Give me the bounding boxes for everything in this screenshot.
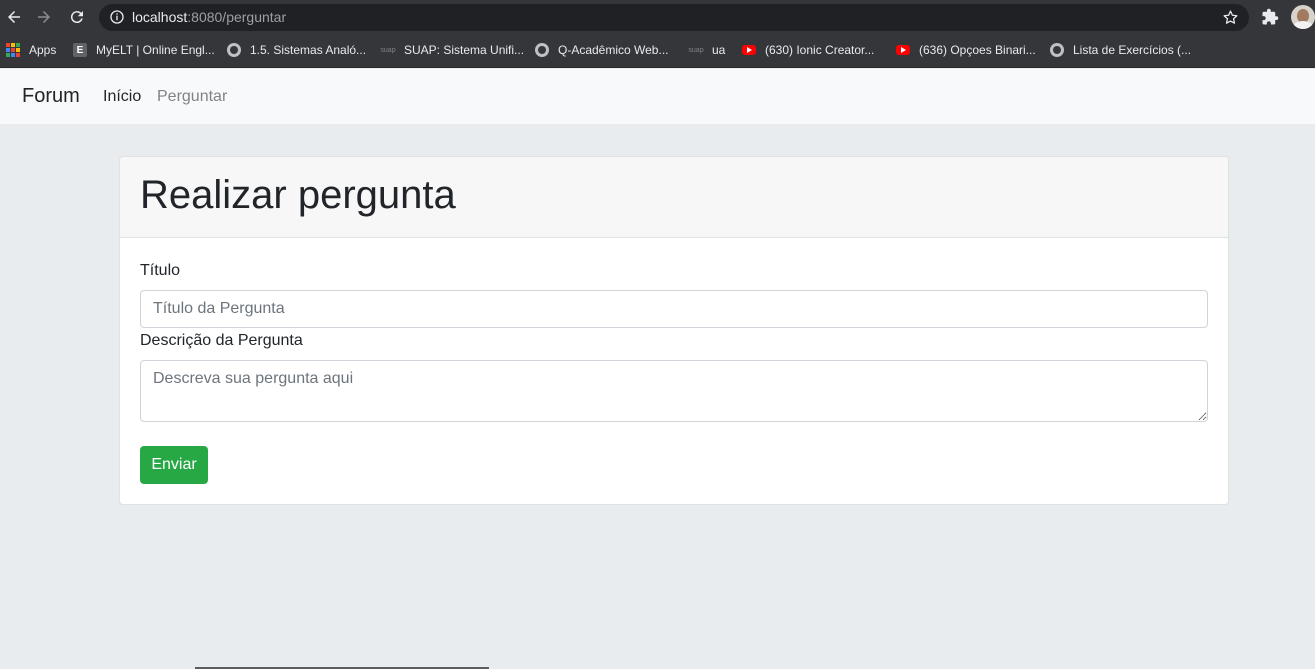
globe-icon bbox=[226, 42, 242, 58]
bookmark-ua[interactable]: suap ua bbox=[688, 41, 725, 59]
reload-button[interactable] bbox=[66, 6, 88, 28]
url-text[interactable]: localhost:8080/perguntar bbox=[132, 9, 286, 25]
bookmark-label: Lista de Exercícios (... bbox=[1073, 43, 1192, 57]
nav-link-inicio[interactable]: Início bbox=[103, 88, 141, 106]
address-bar[interactable]: localhost:8080/perguntar bbox=[99, 4, 1249, 31]
globe-icon bbox=[534, 42, 550, 58]
browser-toolbar: localhost:8080/perguntar bbox=[0, 0, 1315, 34]
extensions-puzzle-icon[interactable] bbox=[1261, 8, 1279, 26]
navbar-brand[interactable]: Forum bbox=[22, 85, 80, 108]
card-header: Realizar pergunta bbox=[120, 157, 1228, 238]
youtube-icon bbox=[895, 42, 911, 58]
submit-button[interactable]: Enviar bbox=[140, 446, 208, 484]
arrow-right-icon bbox=[38, 11, 50, 23]
bookmark-star-icon[interactable] bbox=[1222, 9, 1239, 26]
suap-icon: suap bbox=[688, 46, 704, 54]
bookmark-label: ua bbox=[712, 43, 726, 57]
title-label: Título bbox=[140, 262, 181, 279]
description-label: Descrição da Pergunta bbox=[140, 332, 303, 349]
bookmark-label: Apps bbox=[29, 43, 57, 57]
bookmark-label: 1.5. Sistemas Analó... bbox=[250, 43, 367, 57]
bookmark-label: (636) Opçoes Binari... bbox=[919, 43, 1036, 57]
avatar-shirt bbox=[1293, 21, 1313, 29]
bookmark-myelt[interactable]: E MyELT | Online Engl... bbox=[72, 41, 215, 59]
bookmarks-bar: Apps E MyELT | Online Engl... 1.5. Siste… bbox=[0, 34, 1315, 68]
bookmark-apps[interactable]: Apps bbox=[5, 41, 56, 59]
bookmark-ionic-creator[interactable]: (630) Ionic Creator... bbox=[741, 41, 874, 59]
reload-icon bbox=[70, 11, 83, 24]
apps-grid-icon bbox=[5, 42, 21, 58]
bookmark-q-academico[interactable]: Q-Acadêmico Web... bbox=[534, 41, 668, 59]
app-navbar: Forum Início Perguntar bbox=[0, 69, 1315, 124]
youtube-icon bbox=[741, 42, 757, 58]
url-path: :8080/perguntar bbox=[187, 9, 287, 25]
url-host: localhost bbox=[132, 9, 188, 25]
suap-icon: suap bbox=[380, 46, 396, 54]
question-form-card: Realizar pergunta Título Descrição da Pe… bbox=[119, 156, 1229, 505]
bookmark-sistemas[interactable]: 1.5. Sistemas Analó... bbox=[226, 41, 366, 59]
back-button[interactable] bbox=[3, 6, 25, 28]
bookmark-label: SUAP: Sistema Unifi... bbox=[404, 43, 525, 57]
profile-avatar[interactable] bbox=[1291, 5, 1315, 29]
globe-icon bbox=[1049, 42, 1065, 58]
arrow-left-icon bbox=[8, 11, 20, 23]
bookmark-label: Q-Acadêmico Web... bbox=[558, 43, 669, 57]
e-icon: E bbox=[72, 42, 88, 58]
bookmark-opcoes-binarias[interactable]: (636) Opçoes Binari... bbox=[895, 41, 1036, 59]
forward-button[interactable] bbox=[33, 6, 55, 28]
bookmark-suap[interactable]: suap SUAP: Sistema Unifi... bbox=[380, 41, 524, 59]
bookmark-lista-exercicios[interactable]: Lista de Exercícios (... bbox=[1049, 41, 1191, 59]
nav-link-perguntar[interactable]: Perguntar bbox=[157, 88, 227, 106]
description-textarea[interactable] bbox=[140, 360, 1208, 422]
info-icon[interactable] bbox=[109, 9, 125, 25]
page-title: Realizar pergunta bbox=[140, 173, 456, 217]
title-input[interactable] bbox=[140, 290, 1208, 328]
bookmark-label: (630) Ionic Creator... bbox=[765, 43, 875, 57]
bookmark-label: MyELT | Online Engl... bbox=[96, 43, 215, 57]
